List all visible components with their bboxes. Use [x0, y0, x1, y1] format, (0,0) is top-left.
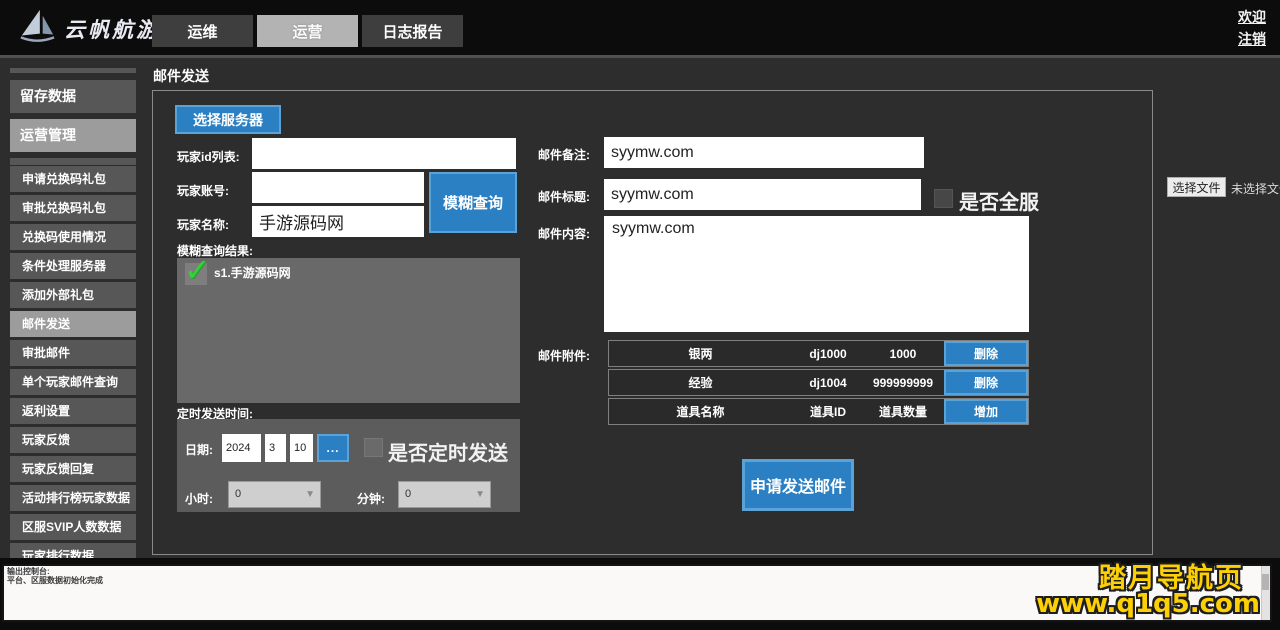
attachment-row: 道具名称 道具ID 道具数量 增加	[608, 398, 1029, 425]
sidebar-item-mail-send[interactable]: 邮件发送	[10, 311, 136, 337]
date-label: 日期:	[185, 441, 213, 458]
sidebar-item-activity-ranking-data[interactable]: 活动排行榜玩家数据	[10, 485, 136, 511]
fuzzy-query-button[interactable]: 模糊查询	[429, 172, 517, 233]
year-input[interactable]	[222, 434, 261, 462]
all-server-checkbox[interactable]	[934, 189, 953, 208]
console-line: 输出控制台:	[7, 567, 103, 576]
attachment-name-header: 道具名称	[609, 403, 792, 420]
attachment-name: 银两	[609, 345, 792, 362]
hour-label: 小时:	[185, 490, 213, 507]
sidebar-item-rebate-settings[interactable]: 返利设置	[10, 398, 136, 424]
console-line: 平台、区服数据初始化完成	[7, 576, 103, 585]
mail-title-input[interactable]	[604, 179, 921, 210]
sidebar-partial-item-top[interactable]	[10, 68, 136, 73]
minute-value: 0	[405, 488, 411, 500]
sidebar-item-add-external-pack[interactable]: 添加外部礼包	[10, 282, 136, 308]
tab-operations[interactable]: 运营	[257, 15, 358, 47]
sidebar-group-operations-management[interactable]: 运营管理	[10, 119, 136, 152]
console-log: 输出控制台: 平台、区服数据初始化完成	[7, 567, 103, 585]
delete-attachment-button[interactable]: 删除	[944, 341, 1028, 366]
attachment-name: 经验	[609, 374, 792, 391]
timed-send-checkbox[interactable]	[364, 438, 383, 457]
sidebar-group-retention-data[interactable]: 留存数据	[10, 80, 136, 113]
page-title: 邮件发送	[153, 66, 209, 86]
tab-ops-maintenance[interactable]: 运维	[152, 15, 253, 47]
choose-file-button[interactable]: 选择文件	[1167, 177, 1226, 197]
chevron-down-icon: ▼	[475, 482, 485, 507]
attachment-row: 经验 dj1004 999999999 删除	[608, 369, 1029, 396]
sidebar-item-condition-server[interactable]: 条件处理服务器	[10, 253, 136, 279]
hour-select[interactable]: 0 ▼	[228, 481, 321, 508]
minute-label: 分钟:	[357, 490, 385, 507]
player-account-input[interactable]	[252, 172, 424, 203]
sidebar-item-player-feedback-reply[interactable]: 玩家反馈回复	[10, 456, 136, 482]
date-picker-button[interactable]: ...	[317, 434, 349, 462]
sidebar-item-player-feedback[interactable]: 玩家反馈	[10, 427, 136, 453]
all-server-label: 是否全服	[959, 186, 1039, 215]
server-checkbox[interactable]: ✓	[185, 263, 207, 285]
add-attachment-button[interactable]: 增加	[944, 399, 1028, 424]
mail-note-label: 邮件备注:	[538, 146, 590, 163]
attachment-row: 银两 dj1000 1000 删除	[608, 340, 1029, 367]
top-bar: 云帆航游 运维 运营 日志报告 欢迎 注销	[0, 0, 1280, 55]
top-right-links: 欢迎 注销	[1238, 6, 1266, 50]
player-id-list-input[interactable]	[252, 138, 516, 169]
logout-link[interactable]: 注销	[1238, 28, 1266, 50]
mail-attachment-label: 邮件附件:	[538, 347, 590, 364]
app-title: 云帆航游	[64, 14, 160, 44]
sidebar-item-svip-count-data[interactable]: 区服SVIP人数数据	[10, 514, 136, 540]
top-nav-tabs: 运维 运营 日志报告	[152, 15, 463, 47]
mail-note-input[interactable]	[604, 137, 924, 168]
player-name-input[interactable]	[252, 206, 424, 237]
sidebar: 留存数据 运营管理 申请兑换码礼包 审批兑换码礼包 兑换码使用情况 条件处理服务…	[10, 68, 136, 558]
console-scrollbar[interactable]	[1261, 566, 1270, 620]
app-logo: 云帆航游	[18, 8, 160, 49]
attachment-count: 1000	[864, 347, 942, 361]
tab-log-report[interactable]: 日志报告	[362, 15, 463, 47]
sidebar-item-redeem-code-usage[interactable]: 兑换码使用情况	[10, 224, 136, 250]
month-input[interactable]	[265, 434, 286, 462]
scrollbar-thumb[interactable]	[1262, 574, 1269, 590]
sidebar-partial-divider	[10, 158, 136, 165]
player-name-label: 玩家名称:	[177, 216, 229, 233]
mail-content-textarea[interactable]: syymw.com	[604, 216, 1029, 332]
fuzzy-result-list: ✓ s1.手游源码网	[177, 258, 520, 403]
player-id-list-label: 玩家id列表:	[177, 148, 240, 165]
apply-send-mail-button[interactable]: 申请发送邮件	[742, 459, 854, 511]
watermark-url: www.q1q5.com	[1036, 589, 1260, 619]
sidebar-item-apply-redeem-code-pack[interactable]: 申请兑换码礼包	[10, 166, 136, 192]
file-status-text: 未选择文件	[1231, 180, 1280, 197]
server-result-item[interactable]: s1.手游源码网	[214, 264, 291, 281]
sidebar-item-approve-mail[interactable]: 审批邮件	[10, 340, 136, 366]
attachment-id: dj1000	[792, 347, 864, 361]
mail-title-label: 邮件标题:	[538, 188, 590, 205]
timed-send-label: 是否定时发送	[388, 437, 508, 466]
attachment-id: dj1004	[792, 376, 864, 390]
attachment-id-header: 道具ID	[792, 403, 864, 420]
player-account-label: 玩家账号:	[177, 182, 229, 199]
welcome-link[interactable]: 欢迎	[1238, 6, 1266, 28]
sidebar-item-player-ranking-data[interactable]: 玩家排行数据	[10, 543, 136, 558]
sail-boat-icon	[18, 8, 56, 49]
chevron-down-icon: ▼	[305, 482, 315, 507]
sidebar-item-single-player-mail-query[interactable]: 单个玩家邮件查询	[10, 369, 136, 395]
mail-content-label: 邮件内容:	[538, 225, 590, 242]
select-server-button[interactable]: 选择服务器	[175, 105, 281, 134]
green-check-icon: ✓	[184, 251, 211, 289]
sidebar-item-approve-redeem-code-pack[interactable]: 审批兑换码礼包	[10, 195, 136, 221]
hour-value: 0	[235, 488, 241, 500]
attachment-count-header: 道具数量	[864, 403, 942, 420]
minute-select[interactable]: 0 ▼	[398, 481, 491, 508]
attachment-count: 999999999	[864, 376, 942, 390]
delete-attachment-button[interactable]: 删除	[944, 370, 1028, 395]
day-input[interactable]	[290, 434, 313, 462]
